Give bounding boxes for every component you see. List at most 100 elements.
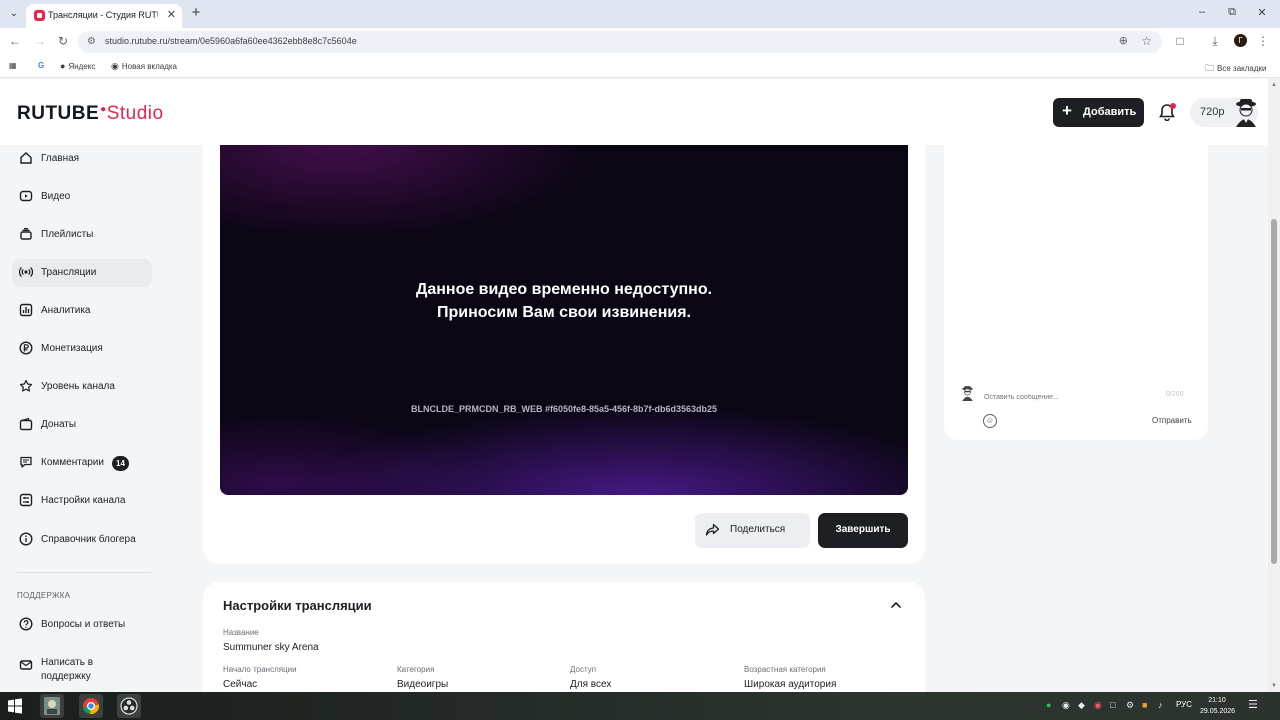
question-icon bbox=[18, 617, 34, 633]
tab-search-icon[interactable]: ⌄ bbox=[6, 6, 22, 22]
site-header: RUTUBE●Studio + Добавить 720p bbox=[0, 79, 1268, 145]
tray-volume-icon[interactable]: ♪ bbox=[1158, 700, 1163, 710]
notifications-bell-icon[interactable] bbox=[1158, 103, 1176, 122]
ruble-icon bbox=[18, 341, 34, 357]
forward-icon[interactable]: → bbox=[32, 34, 48, 48]
tray-steam-icon[interactable]: ⚙ bbox=[1126, 700, 1134, 711]
sidebar-item-monetization[interactable]: Монетизация bbox=[12, 335, 152, 363]
sidebar-item-donations[interactable]: Донаты bbox=[12, 411, 152, 439]
taskbar-clock[interactable]: 21:10 29.05.2026 bbox=[1200, 695, 1236, 717]
url-text[interactable]: studio.rutube.ru/stream/0e5960a6fa60ee43… bbox=[105, 36, 357, 46]
sidebar-item-comments[interactable]: Комментарии 14 bbox=[12, 449, 152, 477]
taskbar-app-avatar-icon[interactable] bbox=[40, 694, 64, 718]
tray-app-icon[interactable]: ◉ bbox=[1062, 700, 1070, 711]
sidebar-item-blogger-guide[interactable]: Справочник блогера bbox=[12, 526, 152, 554]
sidebar: Главная Видео Плейлисты Трансляции Анали… bbox=[0, 145, 200, 692]
comment-icon bbox=[18, 455, 34, 471]
download-icon[interactable]: ⤓ bbox=[1207, 34, 1223, 49]
error-code: BLNCLDE_PRMCDN_RB_WEB #f6050fe8-85a5-456… bbox=[410, 404, 718, 414]
tray-green-icon[interactable]: ● bbox=[1046, 700, 1051, 710]
chat-panel: 0/200 ☺ Отправить bbox=[944, 145, 1208, 440]
scroll-down-icon[interactable]: ▼ bbox=[1271, 683, 1277, 689]
tray-security-icon[interactable]: ◉ bbox=[1094, 700, 1102, 711]
chat-send-button[interactable]: Отправить bbox=[1152, 416, 1192, 425]
stream-player-card: Данное видео временно недоступно. Принос… bbox=[203, 145, 925, 564]
site-info-icon[interactable]: ⚙ bbox=[87, 36, 96, 47]
browser-tab[interactable]: Трансляции - Студия RUTUBE ✕ bbox=[26, 4, 182, 28]
browser-tab-bar: ⌄ Трансляции - Студия RUTUBE ✕ + – ⧉ ✕ bbox=[0, 0, 1280, 28]
chrome-icon: ◉ bbox=[111, 61, 119, 71]
rutube-studio-logo[interactable]: RUTUBE●Studio bbox=[17, 103, 164, 125]
chat-message-input[interactable] bbox=[984, 389, 1164, 405]
bookmark-yandex[interactable]: ● Яндекс bbox=[60, 61, 95, 71]
google-icon[interactable]: G bbox=[38, 61, 44, 70]
comments-count-badge: 14 bbox=[112, 456, 129, 471]
scroll-up-icon[interactable]: ▲ bbox=[1271, 82, 1277, 88]
add-button[interactable]: + Добавить bbox=[1053, 98, 1144, 127]
start-label: Начало трансляции bbox=[223, 665, 297, 674]
folder-icon: 🗀 bbox=[1205, 63, 1215, 73]
access-value: Для всех bbox=[570, 679, 612, 690]
emoji-icon[interactable]: ☺ bbox=[983, 414, 997, 428]
wallet-icon bbox=[18, 417, 34, 433]
share-icon bbox=[705, 522, 720, 540]
video-player[interactable]: Данное видео временно недоступно. Принос… bbox=[220, 145, 908, 495]
category-value: Видеоигры bbox=[397, 679, 449, 690]
info-icon bbox=[18, 532, 34, 548]
reload-icon[interactable]: ↻ bbox=[55, 34, 71, 48]
bookmark-star-icon[interactable]: ☆ bbox=[1141, 34, 1152, 48]
category-label: Категория bbox=[397, 665, 435, 674]
bookmarks-bar: ▦ G ● Яндекс ◉ Новая вкладка 🗀 Все закладки bbox=[0, 56, 1280, 78]
video-icon bbox=[18, 189, 34, 205]
gear-icon bbox=[18, 493, 34, 509]
window-close-icon[interactable]: ✕ bbox=[1252, 6, 1272, 19]
new-tab-icon[interactable]: + bbox=[188, 4, 204, 21]
browser-menu-icon[interactable]: ⋮ bbox=[1255, 34, 1271, 48]
bookmark-new-tab[interactable]: ◉ Новая вкладка bbox=[111, 61, 177, 72]
keyboard-language[interactable]: РУС bbox=[1176, 700, 1192, 709]
sidebar-item-video[interactable]: Видео bbox=[12, 183, 152, 211]
obs-taskbar-icon[interactable] bbox=[117, 694, 141, 718]
tab-close-icon[interactable]: ✕ bbox=[167, 8, 176, 21]
share-button[interactable]: Поделиться bbox=[695, 513, 810, 548]
sidebar-item-home[interactable]: Главная bbox=[12, 145, 152, 173]
plus-icon: + bbox=[1062, 101, 1072, 120]
sidebar-item-analytics[interactable]: Аналитика bbox=[12, 297, 152, 325]
chevron-up-icon[interactable] bbox=[889, 598, 903, 612]
chrome-taskbar-icon[interactable] bbox=[79, 694, 103, 718]
sidebar-divider bbox=[17, 572, 151, 573]
sidebar-item-broadcasts[interactable]: Трансляции bbox=[12, 259, 152, 287]
restore-icon[interactable]: ⧉ bbox=[1222, 6, 1242, 19]
user-avatar[interactable] bbox=[1232, 97, 1260, 127]
support-heading: ПОДДЕРЖКА bbox=[17, 591, 71, 600]
access-label: Доступ bbox=[570, 665, 597, 674]
finish-stream-button[interactable]: Завершить bbox=[818, 513, 908, 548]
tray-orange-icon[interactable]: ■ bbox=[1142, 700, 1147, 710]
name-label: Название bbox=[223, 628, 259, 637]
stream-settings-card: Настройки трансляции Название Summuner s… bbox=[203, 582, 925, 692]
tray-network-icon[interactable]: □ bbox=[1110, 700, 1115, 710]
sidebar-item-faq[interactable]: Вопросы и ответы bbox=[12, 611, 152, 639]
minimize-icon[interactable]: – bbox=[1192, 6, 1212, 18]
playlist-icon bbox=[18, 227, 34, 243]
url-bar[interactable]: ⚙ studio.rutube.ru/stream/0e5960a6fa60ee… bbox=[78, 31, 1162, 53]
extensions-icon[interactable]: □ bbox=[1172, 34, 1188, 48]
sidebar-item-playlists[interactable]: Плейлисты bbox=[12, 221, 152, 249]
sidebar-item-channel-settings[interactable]: Настройки канала bbox=[12, 487, 152, 515]
zoom-icon[interactable]: ⊕ bbox=[1119, 34, 1128, 47]
all-bookmarks[interactable]: 🗀 Все закладки bbox=[1205, 61, 1266, 77]
start-value: Сейчас bbox=[223, 679, 258, 690]
clock-date: 29.05.2026 bbox=[1200, 708, 1236, 715]
back-icon[interactable]: ← bbox=[7, 34, 23, 48]
notifications-center-icon[interactable]: ☰ bbox=[1248, 698, 1258, 711]
apps-grid-icon[interactable]: ▦ bbox=[9, 61, 17, 70]
chat-user-avatar bbox=[960, 385, 975, 401]
sidebar-item-channel-level[interactable]: Уровень канала bbox=[12, 373, 152, 401]
notification-dot bbox=[1170, 103, 1176, 109]
profile-avatar[interactable]: Г bbox=[1234, 34, 1247, 47]
sidebar-item-contact-support[interactable]: Написать в поддержку bbox=[12, 652, 152, 682]
scrollbar-thumb[interactable] bbox=[1271, 219, 1277, 564]
windows-start-icon[interactable] bbox=[3, 694, 27, 718]
page-scrollbar[interactable]: ▲ ▼ bbox=[1268, 79, 1280, 692]
tray-shield-icon[interactable]: ◆ bbox=[1078, 700, 1085, 711]
